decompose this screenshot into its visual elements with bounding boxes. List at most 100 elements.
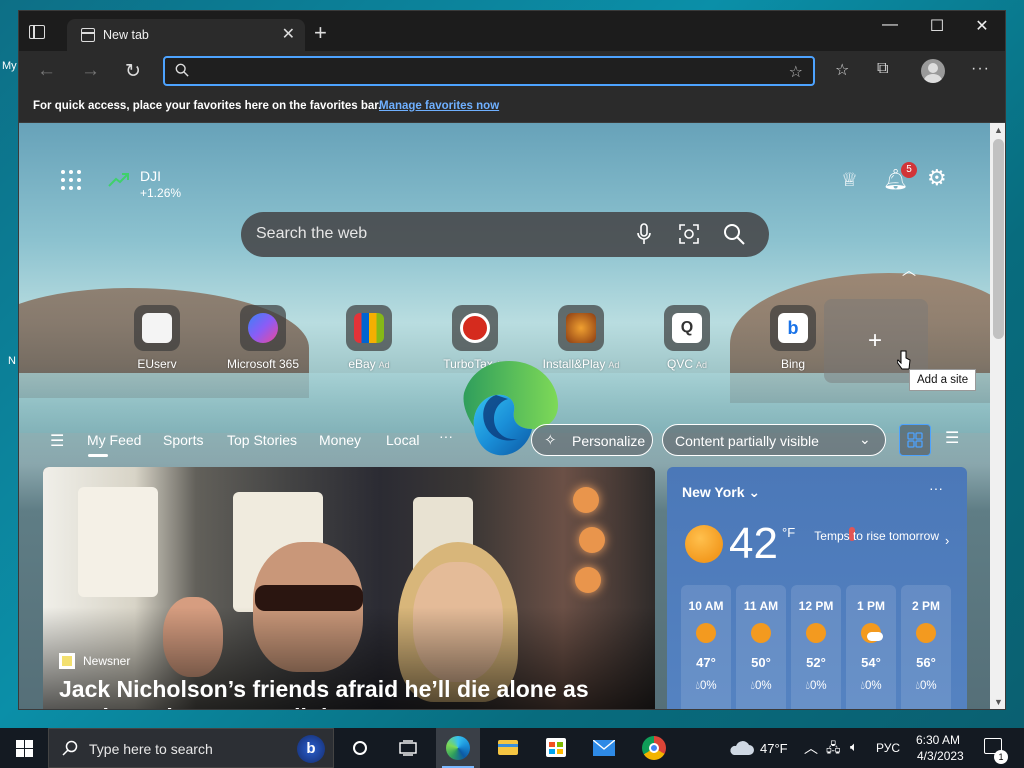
quick-link-label: EUserv [137, 357, 177, 371]
microsoft-365-logo-icon [248, 313, 278, 343]
favorites-icon[interactable]: ☆ [835, 60, 849, 80]
back-arrow-icon[interactable]: ← [37, 60, 56, 82]
edge-browser-window: New tab ✕ + — ☐ ✕ ← → ↻ ☆ ☆ ⧉ ··· For qu… [18, 10, 1006, 710]
desktop-icon-label: My [2, 60, 17, 72]
more-tabs-button[interactable]: ··· [439, 428, 453, 444]
news-headline[interactable]: Jack Nicholson’s friends afraid he’ll di… [59, 675, 629, 709]
taskbar-edge-icon[interactable] [436, 728, 480, 768]
menu-hamburger-icon[interactable]: ☰ [50, 431, 64, 451]
favorites-bar-message: For quick access, place your favorites h… [33, 100, 382, 112]
hero-news-card[interactable]: Newsner Jack Nicholson’s friends afraid … [43, 467, 655, 709]
show-hidden-icons-chevron-icon[interactable]: ︿ [804, 738, 818, 758]
personalize-button[interactable]: ✧ Personalize [531, 424, 653, 456]
cortana-icon[interactable] [338, 728, 382, 768]
forward-arrow-icon[interactable]: → [81, 60, 100, 82]
scrollbar-thumb[interactable] [993, 139, 1004, 339]
new-tab-button[interactable]: + [314, 20, 327, 46]
qvc-logo-icon: Q [672, 313, 702, 343]
quick-link-tile: b [770, 305, 816, 351]
task-view-icon[interactable] [386, 728, 430, 768]
hero-image-detail [78, 487, 158, 597]
turbotax-check-icon [460, 313, 490, 343]
clock-date[interactable]: 4/3/2023 [917, 749, 964, 763]
hourly-forecast-item: 2 PM 56° 💧︎0% [901, 585, 951, 709]
tab-sports[interactable]: Sports [163, 432, 203, 448]
close-window-button[interactable]: ✕ [967, 16, 997, 36]
scroll-up-arrow-icon[interactable]: ▲ [994, 125, 1003, 135]
microsoft-store-icon[interactable] [534, 728, 578, 768]
manage-favorites-link[interactable]: Manage favorites now [379, 100, 499, 112]
settings-gear-icon[interactable]: ⚙ [927, 165, 947, 191]
quick-link-euserv[interactable]: EUserv [112, 305, 202, 371]
network-icon[interactable]: 🖧︎ [826, 739, 841, 761]
weather-location[interactable]: New York ⌄ [682, 484, 760, 501]
plus-icon: + [868, 327, 883, 354]
desktop-icon-label: N [8, 355, 16, 367]
action-center-badge: 1 [994, 750, 1008, 764]
bing-chat-icon[interactable]: b [297, 735, 325, 763]
file-explorer-icon[interactable] [486, 728, 530, 768]
app-launcher-icon[interactable] [61, 170, 81, 190]
more-icon[interactable]: ··· [971, 60, 990, 78]
quick-link-tile [346, 305, 392, 351]
rewards-icon[interactable]: ♕ [841, 169, 858, 192]
cloud-icon[interactable] [728, 740, 754, 756]
minimize-button[interactable]: — [875, 16, 905, 34]
title-bar: New tab ✕ + — ☐ ✕ [19, 11, 1005, 51]
windows-start-icon[interactable] [16, 740, 33, 757]
volume-icon[interactable]: 🔈︎ [850, 739, 858, 755]
grid-icon [907, 432, 923, 448]
tab-top-stories[interactable]: Top Stories [227, 432, 297, 448]
address-bar[interactable]: ☆ [163, 56, 815, 86]
taskbar-search-box[interactable]: Type here to search b [48, 728, 334, 768]
content-visibility-label: Content partially visible [675, 433, 819, 449]
browser-toolbar: ← → ↻ ☆ ☆ ⧉ ··· [19, 51, 1005, 91]
profile-icon[interactable] [921, 59, 945, 83]
forecast-summary[interactable]: Temps to rise tomorrow [807, 528, 939, 544]
bing-logo-icon: b [778, 313, 808, 343]
personalize-icon: ✧ [544, 432, 557, 449]
mail-icon[interactable] [582, 728, 626, 768]
tab-local[interactable]: Local [386, 432, 419, 448]
hourly-forecast-item: 1 PM 54° 💧︎0% [846, 585, 896, 709]
language-indicator[interactable]: РУС [876, 741, 900, 755]
weather-card[interactable]: New York ⌄ ··· 42 °F Temps to rise tomor… [667, 467, 967, 709]
close-tab-icon[interactable]: ✕ [282, 24, 295, 44]
quick-link-tile: Q [664, 305, 710, 351]
visual-search-icon[interactable] [678, 223, 700, 245]
taskbar-weather-temp[interactable]: 47°F [760, 741, 788, 756]
maximize-button[interactable]: ☐ [922, 16, 952, 36]
chevron-right-icon[interactable]: › [945, 533, 949, 548]
sun-icon [751, 623, 771, 643]
collapse-chevron-icon[interactable]: ︿ [902, 260, 916, 280]
tab-new-tab[interactable]: New tab ✕ [67, 19, 305, 51]
more-options-icon[interactable]: ··· [929, 480, 943, 496]
tab-actions-icon[interactable] [29, 25, 45, 39]
scroll-down-arrow-icon[interactable]: ▼ [994, 697, 1003, 707]
refresh-icon[interactable]: ↻ [125, 60, 141, 83]
hourly-forecast-item: 12 PM 52° 💧︎0% [791, 585, 841, 709]
search-icon[interactable] [723, 223, 745, 245]
new-tab-page: DJI +1.26% ♕ 🔔︎ 5 ⚙ Search the web ︿ EUs… [19, 123, 990, 709]
web-search-box[interactable]: Search the web [241, 212, 769, 257]
hero-image-detail [573, 487, 613, 627]
quick-link-ebay[interactable]: eBay Ad [324, 305, 414, 371]
list-layout-icon[interactable]: ☰ [945, 428, 959, 448]
chrome-icon[interactable] [632, 728, 676, 768]
microphone-icon[interactable] [637, 223, 651, 245]
sun-icon [696, 623, 716, 643]
add-favorite-icon[interactable]: ☆ [789, 62, 803, 82]
quick-link-qvc[interactable]: Q QVC Ad [642, 305, 732, 371]
tab-money[interactable]: Money [319, 432, 361, 448]
content-visibility-dropdown[interactable]: Content partially visible ⌄ [662, 424, 886, 456]
quick-link-microsoft-365[interactable]: Microsoft 365 [218, 305, 308, 371]
clock-time[interactable]: 6:30 AM [916, 733, 960, 747]
install-play-logo-icon [566, 313, 596, 343]
tab-my-feed[interactable]: My Feed [87, 432, 141, 448]
temperature-unit: °F [782, 525, 796, 540]
hourly-forecast-item: 11 AM 50° 💧︎0% [736, 585, 786, 709]
feed-navigation: ☰ My Feed Sports Top Stories Money Local… [19, 419, 990, 467]
stock-ticker-name[interactable]: DJI [140, 168, 161, 184]
grid-layout-button[interactable] [899, 424, 931, 456]
collections-icon[interactable]: ⧉ [877, 60, 888, 78]
